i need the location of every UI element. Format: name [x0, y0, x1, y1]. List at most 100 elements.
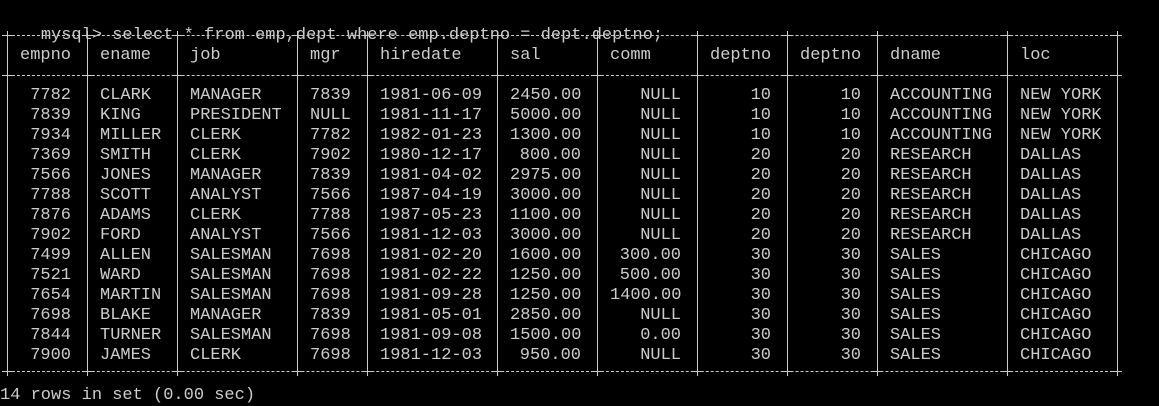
table-cell: 1400.00	[610, 286, 681, 305]
table-cell: 7698	[310, 346, 351, 365]
table-cell: SALES	[890, 346, 942, 365]
table-cell: SALESMAN	[190, 286, 272, 305]
table-bottom-border-corner	[3, 367, 12, 376]
table-cell: SALES	[890, 266, 942, 285]
table-cell: CHICAGO	[1020, 286, 1092, 305]
table-cell: 30	[750, 246, 771, 265]
table-cell: 20	[750, 166, 771, 185]
column-header: ename	[100, 46, 152, 65]
table-cell: 1987-05-23	[380, 206, 481, 225]
table-row: 7876 ADAMS CLERK 7788 1987-05-23 1100.00 NULL 2…	[0, 206, 1159, 226]
table-cell: CHICAGO	[1020, 306, 1092, 325]
table-cell: 1250.00	[510, 286, 581, 305]
table-cell: DALLAS	[1020, 206, 1082, 225]
table-cell: WARD	[100, 266, 141, 285]
table-cell: MANAGER	[190, 306, 262, 325]
table-cell: NULL	[310, 106, 351, 125]
table-cell: CLERK	[190, 346, 242, 365]
terminal-window[interactable]: mysql> select * from emp,dept where emp.…	[0, 0, 1159, 405]
table-cell: ANALYST	[190, 226, 262, 245]
table-cell: NULL	[640, 206, 681, 225]
table-cell: 30	[840, 266, 861, 285]
table-cell: 7782	[30, 86, 71, 105]
table-cell: SALES	[890, 306, 942, 325]
table-cell: RESEARCH	[890, 226, 972, 245]
table-cell: NULL	[640, 106, 681, 125]
table-bottom-border-corner	[593, 367, 602, 376]
table-cell: CLERK	[190, 206, 242, 225]
table-cell: 7654	[30, 286, 71, 305]
table-row: 7934 MILLER CLERK 7782 1982-01-23 1300.00 NULL…	[0, 126, 1159, 146]
table-cell: MARTIN	[100, 286, 161, 305]
table-cell: 7788	[310, 206, 351, 225]
table-cell: 2975.00	[510, 166, 581, 185]
table-cell: 7698	[310, 286, 351, 305]
table-row: 7844 TURNER SALESMAN 7698 1981-09-08 1500.00 0…	[0, 326, 1159, 346]
table-cell: DALLAS	[1020, 166, 1082, 185]
table-cell: 7839	[310, 306, 351, 325]
table-cell: 7566	[30, 166, 71, 185]
table-cell: CLERK	[190, 146, 242, 165]
table-cell: 950.00	[519, 346, 581, 365]
table-bottom-border-corner	[1113, 367, 1122, 376]
table-cell: CLARK	[100, 86, 152, 105]
table-bottom-border-corner	[1003, 367, 1012, 376]
table-cell: BLAKE	[100, 306, 152, 325]
table-bottom-border-corner	[83, 367, 92, 376]
table-row: 7521 WARD SALESMAN 7698 1981-02-22 1250.00 500…	[0, 266, 1159, 286]
table-cell: DALLAS	[1020, 186, 1082, 205]
table-cell: 30	[750, 286, 771, 305]
table-cell: NULL	[640, 346, 681, 365]
table-cell: 1300.00	[510, 126, 581, 145]
table-cell: 10	[750, 106, 771, 125]
column-header: hiredate	[380, 46, 462, 65]
table-cell: 7499	[30, 246, 71, 265]
table-cell: 1981-04-02	[380, 166, 481, 185]
table-header-border	[2, 75, 1118, 76]
table-row: 7788 SCOTT ANALYST 7566 1987-04-19 3000.00 NUL…	[0, 186, 1159, 206]
table-cell: 7839	[310, 166, 351, 185]
table-cell: CHICAGO	[1020, 346, 1092, 365]
table-cell: ANALYST	[190, 186, 262, 205]
table-cell: 10	[750, 126, 771, 145]
table-cell: 7788	[30, 186, 71, 205]
table-cell: 7698	[310, 266, 351, 285]
table-cell: 30	[840, 346, 861, 365]
table-cell: NULL	[640, 166, 681, 185]
table-cell: 30	[840, 246, 861, 265]
table-row: 7698 BLAKE MANAGER 7839 1981-05-01 2850.00 NUL…	[0, 306, 1159, 326]
table-header-row: empno ename job mgr hiredate sal comm deptno dep…	[0, 46, 1159, 66]
table-cell: 20	[750, 186, 771, 205]
table-cell: NULL	[640, 226, 681, 245]
table-bottom-border-corner	[493, 367, 502, 376]
column-header: loc	[1020, 46, 1051, 65]
table-cell: KING	[100, 106, 141, 125]
table-bottom-border-corner	[693, 367, 702, 376]
table-cell: 30	[840, 306, 861, 325]
table-row: 7900 JAMES CLERK 7698 1981-12-03 950.00 NULL 30…	[0, 346, 1159, 366]
table-cell: JONES	[100, 166, 152, 185]
table-cell: 7934	[30, 126, 71, 145]
command-line: mysql> select * from emp,dept where emp.…	[0, 6, 663, 45]
table-cell: 20	[840, 186, 861, 205]
table-bottom-border-corner	[873, 367, 882, 376]
table-row: 7782 CLARK MANAGER 7839 1981-06-09 2450.00 NUL…	[0, 86, 1159, 106]
table-cell: SALESMAN	[190, 246, 272, 265]
table-cell: ACCOUNTING	[890, 106, 991, 125]
table-cell: 30	[750, 346, 771, 365]
column-header: deptno	[800, 46, 861, 65]
table-cell: 7844	[30, 326, 71, 345]
table-cell: CHICAGO	[1020, 266, 1092, 285]
table-cell: DALLAS	[1020, 146, 1082, 165]
table-cell: MANAGER	[190, 166, 262, 185]
table-cell: SALESMAN	[190, 326, 272, 345]
table-cell: 10	[840, 126, 861, 145]
table-cell: 1981-09-28	[380, 286, 481, 305]
table-row: 7566 JONES MANAGER 7839 1981-04-02 2975.00 NUL…	[0, 166, 1159, 186]
table-bottom-border-corner	[783, 367, 792, 376]
table-cell: 20	[840, 166, 861, 185]
table-cell: 2850.00	[510, 306, 581, 325]
table-cell: 7782	[310, 126, 351, 145]
table-cell: CLERK	[190, 126, 242, 145]
table-cell: 20	[840, 206, 861, 225]
